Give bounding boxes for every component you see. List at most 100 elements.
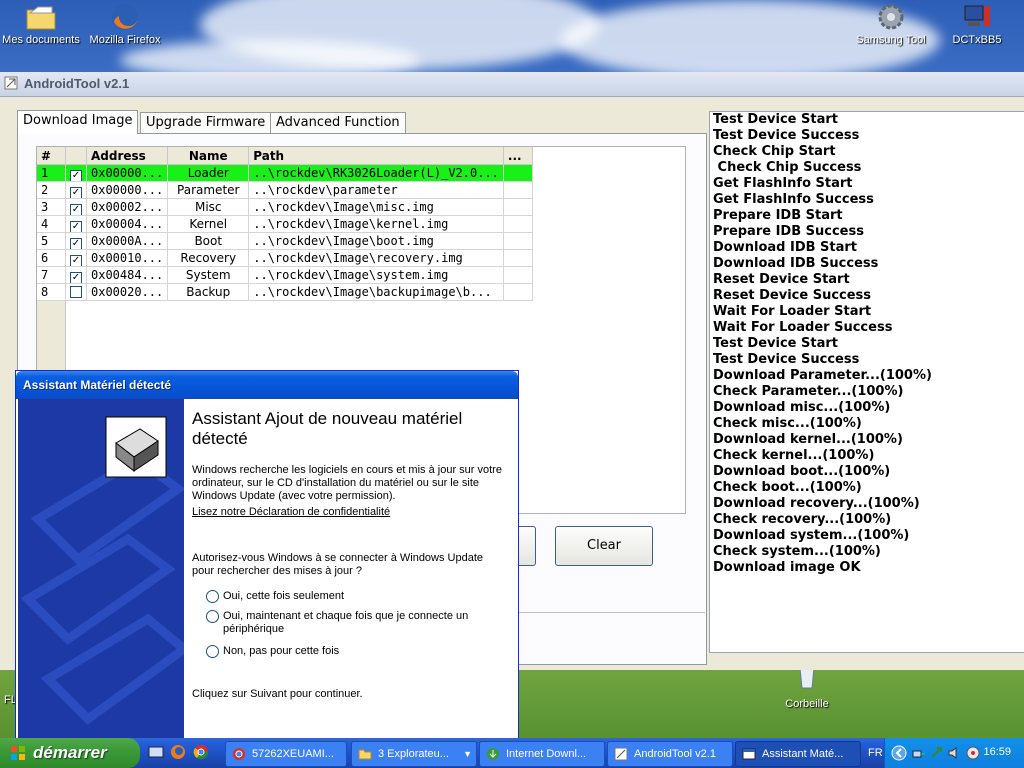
- show-desktop-icon[interactable]: [148, 744, 164, 760]
- row-checkbox-cell[interactable]: ✓: [65, 215, 87, 233]
- column-header-name[interactable]: Name: [167, 147, 250, 165]
- taskbar-button-internet-download[interactable]: Internet Downl...: [479, 741, 605, 767]
- row-address: 0x00020...: [86, 283, 169, 301]
- row-checkbox[interactable]: ✓: [70, 186, 82, 198]
- row-number: 3: [37, 198, 66, 216]
- log-line: Download IDB Success: [713, 256, 879, 271]
- tab-advanced-function[interactable]: Advanced Function: [270, 112, 406, 133]
- row-browse-cell[interactable]: [503, 198, 533, 216]
- column-header-browse[interactable]: ...: [503, 147, 533, 165]
- row-checkbox-cell[interactable]: ✓: [65, 181, 87, 199]
- row-browse-cell[interactable]: [503, 164, 533, 182]
- row-checkbox[interactable]: ✓: [70, 169, 82, 181]
- table-row[interactable]: 7 ✓ 0x00484... System ..\rockdev\Image\syste…: [37, 266, 533, 284]
- desktop-icon-recycle-bin[interactable]: Corbeille: [762, 666, 852, 710]
- desktop-icon-firefox[interactable]: Mozilla Firefox: [80, 2, 170, 46]
- security-icon[interactable]: [965, 745, 981, 761]
- row-browse-cell[interactable]: [503, 266, 533, 284]
- tab-download-image[interactable]: Download Image: [17, 110, 139, 134]
- row-checkbox-cell[interactable]: ✓: [65, 249, 87, 267]
- wizard-question-text: Autorisez-vous Windows à se connecter à …: [192, 552, 484, 577]
- log-line: Check Parameter...(100%): [713, 384, 904, 399]
- row-path: ..\rockdev\parameter: [248, 181, 504, 199]
- row-address: 0x00010...: [86, 249, 169, 267]
- table-row[interactable]: 5 ✓ 0x0000A... Boot ..\rockdev\Image\boot.im…: [37, 232, 533, 250]
- row-checkbox[interactable]: ✓: [70, 271, 82, 283]
- row-browse-cell[interactable]: [503, 283, 533, 301]
- taskbar-button-androidtool[interactable]: AndroidTool v2.1: [607, 741, 733, 767]
- log-line: Test Device Success: [713, 352, 860, 367]
- log-line: Check Chip Success: [713, 160, 862, 175]
- column-header-check[interactable]: [65, 147, 87, 165]
- table-row[interactable]: 8 0x00020... Backup ..\rockdev\Image\backup…: [37, 283, 533, 301]
- row-browse-cell[interactable]: [503, 181, 533, 199]
- row-browse-cell[interactable]: [503, 232, 533, 250]
- volume-icon[interactable]: [947, 745, 963, 761]
- row-address: 0x00004...: [86, 215, 169, 233]
- taskbar-button-hardware-wizard[interactable]: Assistant Maté...: [735, 741, 861, 767]
- clock[interactable]: 16:59: [983, 746, 1011, 758]
- taskbar-button-chrome[interactable]: 57262XEUAMI...: [225, 741, 347, 767]
- privacy-link[interactable]: Lisez notre Déclaration de confidentiali…: [192, 506, 390, 518]
- clear-button[interactable]: Clear: [555, 526, 653, 566]
- log-line: Download recovery...(100%): [713, 496, 920, 511]
- folder-icon: [24, 2, 58, 32]
- gear-icon: [874, 2, 908, 32]
- radio-button[interactable]: [206, 645, 219, 658]
- tray-expand-icon[interactable]: [891, 745, 907, 761]
- hardware-wizard-titlebar[interactable]: Assistant Matériel détecté: [16, 371, 518, 399]
- row-checkbox[interactable]: ✓: [70, 237, 82, 249]
- taskbar-button-explorer-group[interactable]: 3 Explorateu... ▼: [351, 741, 477, 767]
- row-address: 0x00000...: [86, 181, 169, 199]
- start-button[interactable]: démarrer: [0, 738, 140, 768]
- row-name: Backup: [167, 283, 250, 301]
- row-browse-cell[interactable]: [503, 215, 533, 233]
- row-checkbox-cell[interactable]: [65, 283, 87, 301]
- row-checkbox-cell[interactable]: ✓: [65, 198, 87, 216]
- column-header-path[interactable]: Path: [248, 147, 504, 165]
- table-row[interactable]: 1 ✓ 0x00000... Loader ..\rockdev\RK3026Loade…: [37, 164, 533, 182]
- row-checkbox[interactable]: ✓: [70, 203, 82, 215]
- radio-button[interactable]: [206, 610, 219, 623]
- network-icon[interactable]: [911, 745, 927, 761]
- row-checkbox-cell[interactable]: ✓: [65, 164, 87, 182]
- androidtool-titlebar[interactable]: AndroidTool v2.1: [0, 72, 1024, 97]
- row-checkbox-cell[interactable]: ✓: [65, 266, 87, 284]
- log-line: Check kernel...(100%): [713, 448, 875, 463]
- column-header-num[interactable]: #: [37, 147, 66, 165]
- row-path: ..\rockdev\Image\boot.img: [248, 232, 504, 250]
- row-browse-cell[interactable]: [503, 249, 533, 267]
- table-row[interactable]: 4 ✓ 0x00004... Kernel ..\rockdev\Image\kerne…: [37, 215, 533, 233]
- log-panel[interactable]: Test Device Start Test Device Success Chec…: [709, 111, 1024, 653]
- table-header-row: # Address Name Path ...: [37, 147, 533, 165]
- row-checkbox[interactable]: [70, 285, 82, 298]
- row-checkbox[interactable]: ✓: [70, 220, 82, 232]
- language-indicator[interactable]: FR: [868, 747, 883, 759]
- table-row[interactable]: 3 ✓ 0x00002... Misc ..\rockdev\Image\misc.im…: [37, 198, 533, 216]
- wizard-side-banner: [18, 399, 184, 741]
- log-line: Reset Device Start: [713, 272, 850, 287]
- log-line: Download IDB Start: [713, 240, 858, 255]
- column-header-address[interactable]: Address: [86, 147, 169, 165]
- row-checkbox[interactable]: ✓: [70, 254, 82, 266]
- folder-icon: [358, 749, 372, 760]
- table-row[interactable]: 2 ✓ 0x00000... Parameter ..\rockdev\paramete…: [37, 181, 533, 199]
- firefox-quicklaunch-icon[interactable]: [170, 744, 186, 760]
- desktop-icon-my-documents[interactable]: Mes documents: [0, 2, 86, 46]
- log-line: Wait For Loader Start: [713, 304, 872, 319]
- hardware-wizard-title: Assistant Matériel détecté: [23, 378, 172, 392]
- radio-button[interactable]: [206, 590, 219, 603]
- row-checkbox-cell[interactable]: ✓: [65, 232, 87, 250]
- tab-upgrade-firmware[interactable]: Upgrade Firmware: [140, 112, 272, 133]
- desktop-icon-dctxbb5[interactable]: DCTxBB5: [932, 2, 1022, 46]
- row-path: ..\rockdev\RK3026Loader(L)_V2.0...: [248, 164, 504, 182]
- usb-icon[interactable]: [929, 745, 945, 761]
- desktop-icon-samsung-tool[interactable]: Samsung Tool: [846, 2, 936, 46]
- table-row[interactable]: 6 ✓ 0x00010... Recovery ..\rockdev\Image\rec…: [37, 249, 533, 267]
- log-line: Download image OK: [713, 560, 861, 575]
- androidtool-icon: [614, 747, 628, 761]
- log-line: Test Device Start: [713, 336, 838, 351]
- wizard-banner-art: [18, 399, 184, 741]
- chrome-quicklaunch-icon[interactable]: [193, 744, 209, 760]
- group-dropdown-icon: ▼: [463, 749, 472, 759]
